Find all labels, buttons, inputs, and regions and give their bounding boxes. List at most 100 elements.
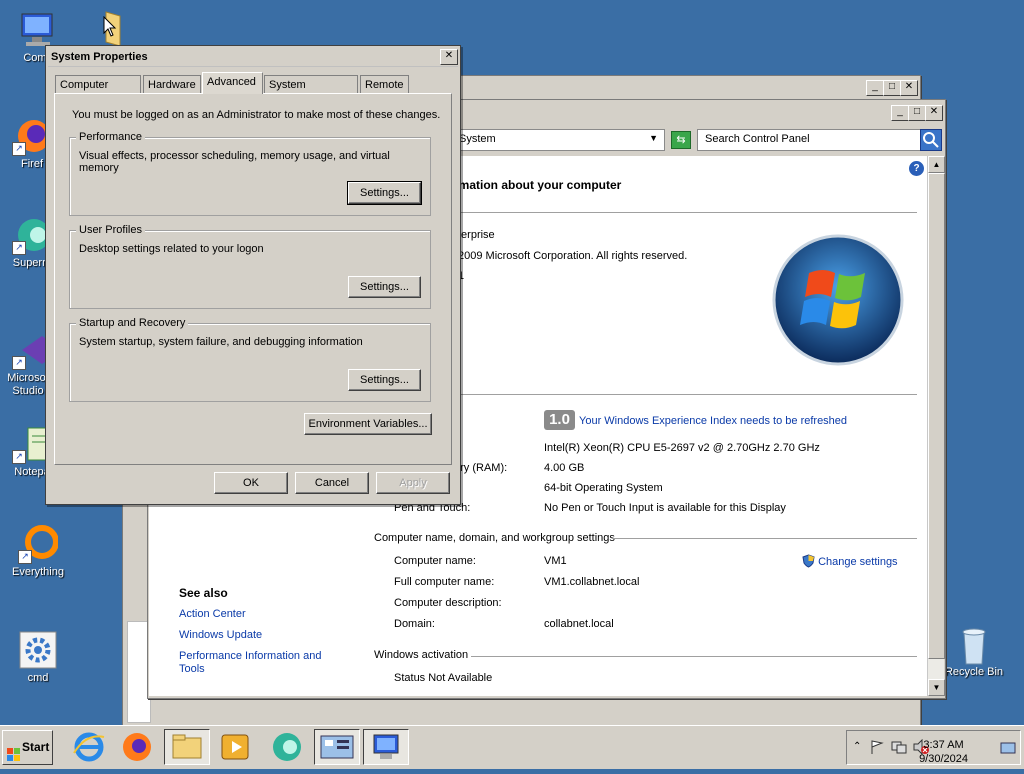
dialog-titlebar[interactable]: System Properties ✕ bbox=[48, 48, 458, 67]
tab-system-protection[interactable]: System Protection bbox=[264, 75, 358, 109]
environment-variables-button[interactable]: Environment Variables... bbox=[304, 413, 432, 435]
network-icon[interactable] bbox=[891, 739, 907, 758]
taskbar-media-player[interactable] bbox=[212, 729, 258, 765]
system-tray: ⌃ 3:37 AM 9/30/2024 bbox=[846, 730, 1021, 765]
refresh-button[interactable]: ⇆ bbox=[671, 131, 691, 149]
tab-computer-name[interactable]: Computer Name bbox=[55, 75, 141, 109]
show-desktop-icon[interactable] bbox=[1000, 741, 1016, 758]
recycle-bin-icon bbox=[954, 624, 994, 665]
close-button[interactable]: ✕ bbox=[440, 49, 458, 65]
activation-heading: Windows activation bbox=[374, 649, 469, 661]
user-profiles-group: User Profiles Desktop settings related t… bbox=[69, 224, 431, 309]
domain-label: Domain: bbox=[394, 618, 435, 630]
taskbar-firefox[interactable] bbox=[114, 729, 160, 765]
search-input[interactable]: Search Control Panel bbox=[705, 133, 810, 145]
help-icon[interactable]: ? bbox=[909, 161, 924, 176]
scroll-down-arrow-icon[interactable]: ▼ bbox=[928, 679, 945, 696]
chevron-down-icon[interactable]: ▼ bbox=[649, 133, 658, 143]
control-panel-icon bbox=[320, 735, 354, 759]
startup-recovery-description: System startup, system failure, and debu… bbox=[79, 336, 363, 348]
close-button[interactable]: ✕ bbox=[925, 105, 943, 121]
full-name-value: VM1.collabnet.local bbox=[544, 576, 640, 588]
user-profiles-legend: User Profiles bbox=[76, 224, 145, 236]
scroll-thumb[interactable] bbox=[928, 173, 945, 659]
address-text: System bbox=[459, 133, 496, 145]
dialog-title: System Properties bbox=[51, 51, 148, 63]
taskbar-supermium[interactable] bbox=[264, 729, 310, 765]
change-settings-label: Change settings bbox=[818, 556, 898, 568]
shortcut-arrow-icon: ↗ bbox=[18, 550, 32, 564]
start-label: Start bbox=[22, 740, 50, 754]
close-button[interactable]: ✕ bbox=[900, 80, 918, 96]
shortcut-arrow-icon: ↗ bbox=[12, 450, 26, 464]
ok-button[interactable]: OK bbox=[214, 472, 288, 494]
media-player-icon bbox=[221, 734, 249, 760]
performance-settings-button[interactable]: Settings... bbox=[347, 181, 422, 205]
performance-legend: Performance bbox=[76, 131, 145, 143]
internet-explorer-icon bbox=[73, 732, 105, 762]
shield-icon bbox=[802, 554, 815, 568]
activation-status: Status Not Available bbox=[394, 672, 493, 684]
minimize-button[interactable]: _ bbox=[866, 80, 884, 96]
memory-value: 4.00 GB bbox=[544, 462, 585, 474]
taskbar-system-properties[interactable] bbox=[363, 729, 409, 765]
divider bbox=[612, 538, 917, 539]
tab-hardware[interactable]: Hardware bbox=[143, 75, 201, 93]
full-name-label: Full computer name: bbox=[394, 576, 495, 588]
clock[interactable]: 3:37 AM 9/30/2024 bbox=[919, 738, 968, 766]
maximize-button[interactable]: □ bbox=[908, 105, 926, 121]
startup-recovery-settings-button[interactable]: Settings... bbox=[348, 369, 421, 391]
system-properties-dialog[interactable]: System Properties ✕ Computer Name Hardwa… bbox=[45, 45, 461, 505]
windows-update-link[interactable]: Windows Update bbox=[179, 629, 262, 641]
desktop-icon-everything[interactable]: ↗ Everything bbox=[6, 524, 70, 579]
maximize-button[interactable]: □ bbox=[883, 80, 901, 96]
copyright-text: 2009 Microsoft Corporation. All rights r… bbox=[458, 250, 688, 262]
taskbar-internet-explorer[interactable] bbox=[66, 729, 112, 765]
firefox-icon bbox=[123, 733, 151, 761]
windows-flag-icon bbox=[7, 741, 20, 761]
computer-settings-heading: Computer name, domain, and workgroup set… bbox=[374, 532, 615, 544]
shortcut-arrow-icon: ↗ bbox=[12, 142, 26, 156]
description-label: Computer description: bbox=[394, 597, 502, 609]
apply-button[interactable]: Apply bbox=[376, 472, 450, 494]
taskbar-file-explorer[interactable] bbox=[164, 729, 210, 765]
start-button[interactable]: Start bbox=[2, 730, 53, 765]
taskbar: Start ⌃ 3:37 AM 9/30/2024 bbox=[0, 725, 1024, 769]
tab-advanced[interactable]: Advanced bbox=[202, 72, 263, 94]
shortcut-arrow-icon: ↗ bbox=[12, 356, 26, 370]
divider bbox=[454, 212, 917, 213]
windows-logo bbox=[771, 233, 905, 367]
startup-recovery-legend: Startup and Recovery bbox=[76, 317, 189, 329]
desktop-icon-recycle-bin[interactable]: Recycle Bin bbox=[942, 624, 1006, 679]
show-hidden-icons-icon[interactable]: ⌃ bbox=[853, 741, 861, 752]
address-bar[interactable]: System ▼ bbox=[448, 129, 665, 151]
wei-refresh-link[interactable]: Your Windows Experience Index needs to b… bbox=[579, 415, 847, 427]
performance-info-link-tools[interactable]: Tools bbox=[179, 663, 205, 675]
user-profiles-settings-button[interactable]: Settings... bbox=[348, 276, 421, 298]
change-settings-link[interactable]: Change settings bbox=[802, 554, 898, 568]
taskbar-control-panel[interactable] bbox=[314, 729, 360, 765]
minimize-button[interactable]: _ bbox=[891, 105, 909, 121]
domain-value: collabnet.local bbox=[544, 618, 614, 630]
action-center-link[interactable]: Action Center bbox=[179, 608, 246, 620]
action-center-flag-icon[interactable] bbox=[869, 739, 885, 758]
wei-score-badge: 1.0 bbox=[544, 410, 575, 430]
supermium-icon bbox=[273, 733, 301, 761]
tab-remote[interactable]: Remote bbox=[360, 75, 409, 93]
advanced-tab-panel: You must be logged on as an Administrato… bbox=[54, 93, 452, 465]
vertical-scrollbar[interactable]: ▲ ▼ bbox=[927, 156, 945, 696]
cmd-gear-icon bbox=[18, 630, 58, 670]
startup-recovery-group: Startup and Recovery System startup, sys… bbox=[69, 317, 431, 402]
desktop-icon-label: Everything bbox=[12, 566, 64, 578]
search-box[interactable]: Search Control Panel bbox=[697, 129, 921, 151]
performance-group: Performance Visual effects, processor sc… bbox=[69, 131, 431, 216]
windows-edition: terprise bbox=[458, 229, 495, 241]
page-heading: rmation about your computer bbox=[454, 178, 622, 192]
user-profiles-description: Desktop settings related to your logon bbox=[79, 243, 264, 255]
scroll-up-arrow-icon[interactable]: ▲ bbox=[928, 156, 945, 173]
cancel-button[interactable]: Cancel bbox=[295, 472, 369, 494]
desktop-icon-cmd[interactable]: cmd bbox=[6, 630, 70, 685]
search-icon[interactable] bbox=[920, 129, 942, 151]
shortcut-arrow-icon: ↗ bbox=[12, 241, 26, 255]
performance-info-link[interactable]: Performance Information and bbox=[179, 650, 321, 662]
